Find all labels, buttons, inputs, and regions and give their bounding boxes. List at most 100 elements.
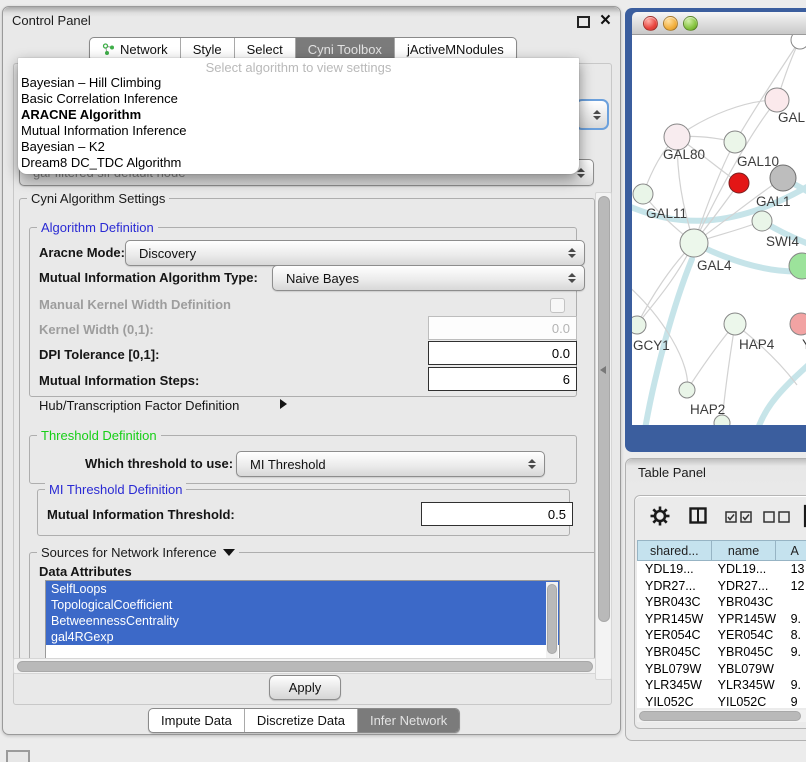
table-column-header[interactable]: name (712, 540, 777, 561)
table-row[interactable]: YPR145WYPR145W9. (637, 611, 806, 628)
table-cell: YER054C (637, 627, 712, 644)
threshold-definition-title: Threshold Definition (37, 428, 161, 443)
minimize-traffic-light-icon[interactable] (663, 16, 678, 31)
data-attribute-item[interactable]: BetweennessCentrality (46, 613, 559, 629)
close-window-icon[interactable]: × (600, 8, 611, 34)
network-node[interactable] (791, 35, 806, 49)
apply-button[interactable]: Apply (269, 675, 341, 700)
network-node[interactable] (770, 165, 796, 191)
unchecked-pair-icon[interactable] (763, 511, 791, 523)
algorithm-option[interactable]: Bayesian – K2 (18, 139, 579, 155)
expand-arrow-icon[interactable] (280, 399, 287, 409)
data-attributes-label: Data Attributes (39, 564, 132, 579)
tab-label: Select (247, 42, 283, 57)
table-cell (777, 594, 806, 611)
data-attributes-list[interactable]: SelfLoopsTopologicalCoefficientBetweenne… (45, 580, 560, 662)
table-row[interactable]: YDR27...YDR27...12 (637, 578, 806, 595)
bottom-left-partial-icon[interactable] (6, 750, 30, 762)
table-horizontal-scrollbar[interactable] (637, 710, 806, 722)
algorithm-option[interactable]: Mutual Information Inference (18, 123, 579, 139)
list-scrollbar[interactable] (546, 582, 558, 660)
network-node-gal[interactable] (765, 88, 789, 112)
algorithm-popup-hint: Select algorithm to view settings (18, 60, 579, 75)
table-cell: YLR345W (637, 677, 712, 694)
aracne-mode-combo[interactable]: Discovery (125, 240, 585, 266)
checked-pair-icon[interactable] (725, 511, 753, 523)
network-node-gal10[interactable] (724, 131, 746, 153)
table-cell: YBR043C (712, 594, 777, 611)
table-cell: YDL19... (712, 561, 777, 578)
tab-impute-data[interactable]: Impute Data (149, 709, 244, 732)
table-cell: YBR045C (637, 644, 712, 661)
algorithm-definition-title: Algorithm Definition (37, 220, 158, 235)
mi-steps-field[interactable]: 6 (428, 367, 577, 391)
data-attribute-item[interactable]: gal4RGexp (46, 629, 559, 645)
algorithm-option[interactable]: ARACNE Algorithm (18, 107, 579, 123)
gear-icon[interactable] (649, 505, 671, 527)
table-panel-title: Table Panel (638, 459, 706, 487)
which-threshold-value: MI Threshold (250, 457, 326, 472)
combo-stepper-icon (568, 248, 576, 258)
table-cell: YBL079W (712, 661, 777, 678)
restore-window-icon[interactable] (577, 16, 590, 28)
network-view-titlebar (632, 12, 806, 35)
mi-steps-label: Mutual Information Steps: (39, 373, 199, 388)
table-row[interactable]: YBR045CYBR045C9. (637, 644, 806, 661)
mi-type-label: Mutual Information Algorithm Type: (39, 270, 258, 285)
mi-type-combo[interactable]: Naive Bayes (272, 265, 585, 291)
tab-discretize-data[interactable]: Discretize Data (244, 709, 357, 732)
algorithm-option[interactable]: Bayesian – Hill Climbing (18, 75, 579, 91)
table-cell: YPR145W (637, 611, 712, 628)
table-column-header[interactable]: A (776, 540, 806, 561)
mi-threshold-label: Mutual Information Threshold: (47, 507, 235, 522)
inference-algorithm-combo-fragment[interactable] (575, 99, 609, 130)
which-threshold-combo[interactable]: MI Threshold (236, 451, 545, 477)
network-canvas[interactable]: GAL80GALGAL10GAL1SWI4GAL11GAL4GCY1HAP4YH… (632, 35, 806, 425)
network-node-gal4[interactable] (680, 229, 708, 257)
network-node-y[interactable] (790, 313, 806, 335)
dpi-tolerance-field[interactable]: 0.0 (428, 341, 577, 365)
table-row[interactable]: YER054CYER054C8. (637, 627, 806, 644)
data-attribute-item[interactable]: TopologicalCoefficient (46, 597, 559, 613)
table-row[interactable]: YDL19...YDL19...13 (637, 561, 806, 578)
table-row[interactable]: YLR345WYLR345W9. (637, 677, 806, 694)
zoom-traffic-light-icon[interactable] (683, 16, 698, 31)
table-cell: YDR27... (637, 578, 712, 595)
apply-button-label: Apply (289, 680, 322, 695)
columns-icon[interactable] (689, 507, 707, 525)
network-node-gcy1[interactable] (632, 316, 646, 334)
table-panel-titlebar: Table Panel (626, 459, 806, 486)
table-cell: 9 (777, 694, 806, 708)
panel-divider-grip[interactable] (600, 366, 606, 374)
manual-kernel-checkbox[interactable] (550, 298, 565, 313)
table-column-header[interactable]: shared... (637, 540, 712, 561)
mi-type-value: Naive Bayes (286, 271, 359, 286)
network-node-swi4[interactable] (752, 211, 772, 231)
horizontal-scrollbar[interactable] (13, 658, 599, 674)
table-row[interactable]: YBL079WYBL079W (637, 661, 806, 678)
table-toolbar (635, 496, 806, 538)
table-row[interactable]: YBR043CYBR043C (637, 594, 806, 611)
tab-infer-network[interactable]: Infer Network (357, 709, 459, 732)
network-node-gal1[interactable] (729, 173, 749, 193)
table-row[interactable]: YIL052CYIL052C9 (637, 694, 806, 708)
close-traffic-light-icon[interactable] (643, 16, 658, 31)
combo-stepper-icon (528, 459, 536, 469)
network-node-gal11[interactable] (633, 184, 653, 204)
network-node-hap4[interactable] (724, 313, 746, 335)
vertical-scrollbar[interactable] (595, 192, 612, 680)
node-table[interactable]: shared...nameA YDL19...YDL19...13YDR27..… (637, 540, 806, 708)
data-attribute-item[interactable]: SelfLoops (46, 581, 559, 597)
network-node-hap2[interactable] (679, 382, 695, 398)
manual-kernel-label: Manual Kernel Width Definition (39, 297, 231, 312)
network-node[interactable] (789, 253, 806, 279)
algorithm-option[interactable]: Dream8 DC_TDC Algorithm (18, 155, 579, 171)
algorithm-dropdown-popup: Select algorithm to view settings Bayesi… (18, 58, 579, 174)
mi-steps-value: 6 (563, 372, 570, 387)
table-panel-window: Table Panel (625, 458, 806, 741)
mi-threshold-field[interactable]: 0.5 (421, 502, 573, 526)
algorithm-option[interactable]: Basic Correlation Inference (18, 91, 579, 107)
collapse-arrow-icon[interactable] (223, 549, 235, 556)
aracne-mode-value: Discovery (139, 246, 196, 261)
table-cell (777, 661, 806, 678)
